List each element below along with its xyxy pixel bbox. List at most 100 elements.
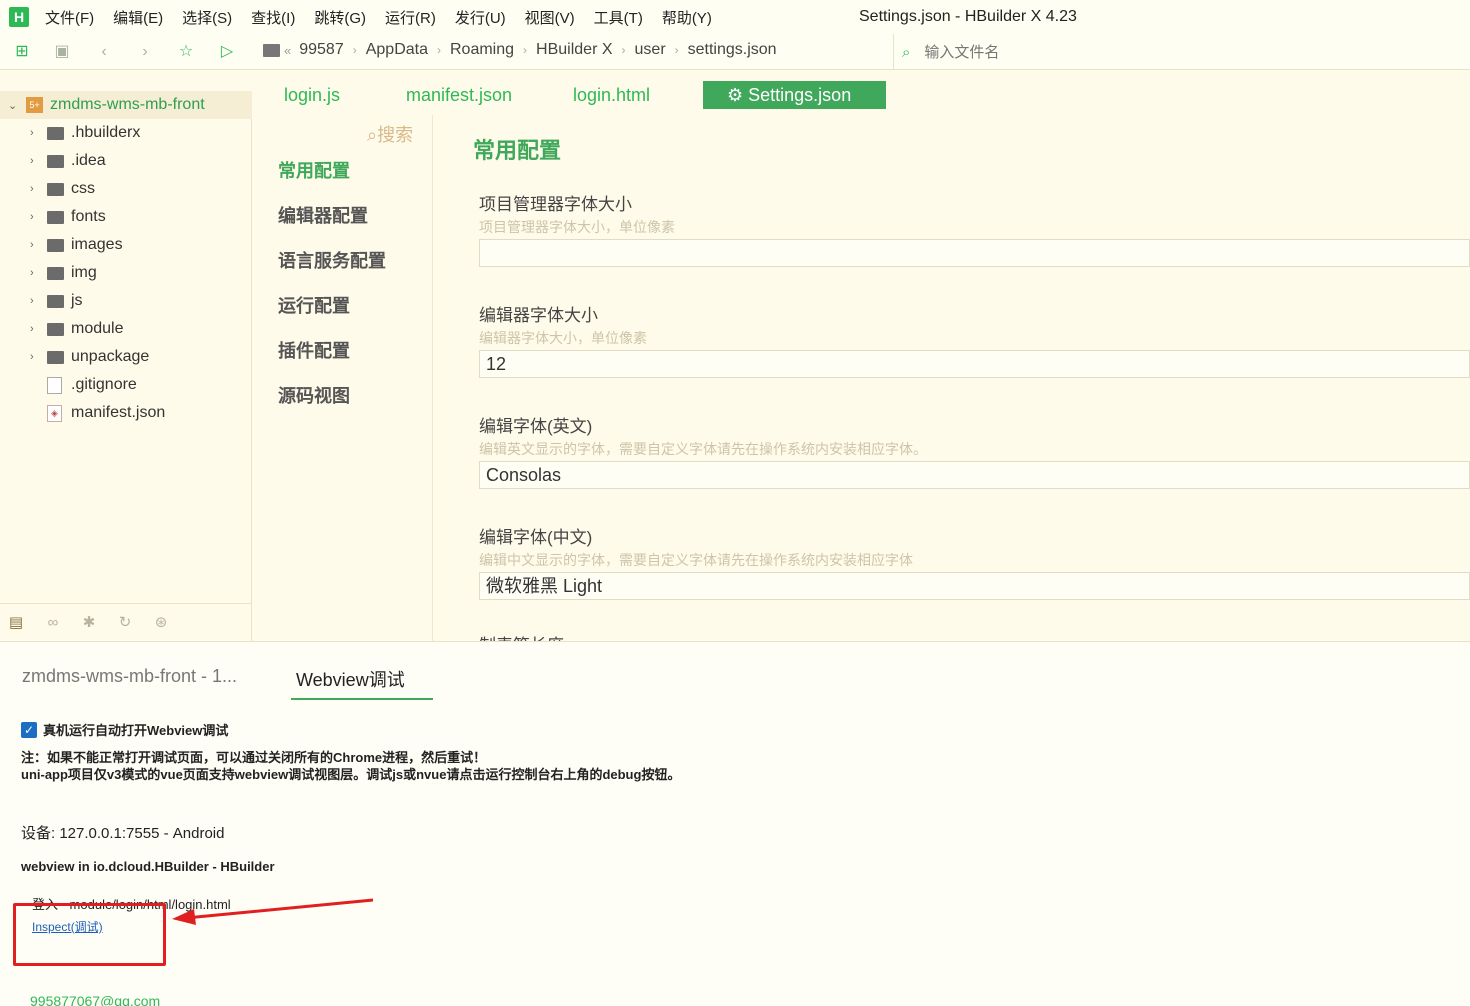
- save-icon[interactable]: ▣: [52, 42, 72, 62]
- settings-content: 常用配置 项目管理器字体大小 项目管理器字体大小，单位像素 编辑器字体大小 编辑…: [433, 115, 1470, 641]
- chevron-right-icon[interactable]: ›: [30, 295, 34, 307]
- folder-icon: [47, 238, 64, 252]
- menu-view[interactable]: 视图(V): [525, 7, 575, 28]
- breadcrumb-item[interactable]: user: [635, 41, 666, 59]
- tree-folder-label: js: [71, 292, 83, 309]
- tree-folder[interactable]: › fonts: [0, 203, 252, 231]
- breadcrumb-separator: ›: [352, 43, 357, 57]
- project-icon[interactable]: ▤: [5, 612, 27, 634]
- chevron-right-icon[interactable]: ›: [30, 127, 34, 139]
- tree-folder[interactable]: › img: [0, 259, 252, 287]
- breadcrumb-item[interactable]: AppData: [366, 41, 428, 59]
- settings-search-label: 搜索: [377, 125, 414, 145]
- settings-search[interactable]: ⌕搜索: [367, 121, 413, 147]
- setting-input[interactable]: 微软雅黑 Light: [479, 572, 1470, 600]
- menu-run[interactable]: 运行(R): [385, 7, 436, 28]
- tree-file[interactable]: .gitignore: [0, 371, 252, 399]
- setting-input[interactable]: [479, 239, 1470, 267]
- chevron-right-icon[interactable]: ›: [30, 267, 34, 279]
- toolbar: ⊞ ▣ ‹ › ☆ ▷ « 99587 › AppData › Roaming …: [0, 34, 1470, 70]
- chevron-right-icon[interactable]: ›: [30, 211, 34, 223]
- tab-login-html[interactable]: login.html: [573, 81, 650, 109]
- menu-tools[interactable]: 工具(T): [594, 7, 643, 28]
- account-email[interactable]: 995877067@qq.com: [30, 996, 160, 1006]
- menu-goto[interactable]: 跳转(G): [314, 7, 366, 28]
- back-icon[interactable]: ‹: [94, 42, 114, 62]
- plugin-icon[interactable]: ⊛: [150, 612, 172, 634]
- folder-icon: [47, 126, 64, 140]
- run-icon[interactable]: ▷: [217, 42, 237, 62]
- menu-edit[interactable]: 编辑(E): [113, 7, 163, 28]
- tree-folder[interactable]: › css: [0, 175, 252, 203]
- file-search-input[interactable]: [924, 43, 1325, 61]
- tab-manifest-json[interactable]: manifest.json: [406, 81, 512, 109]
- chevron-down-icon[interactable]: ⌄: [8, 99, 17, 112]
- tree-file[interactable]: ◈ manifest.json: [0, 399, 252, 427]
- breadcrumb-item[interactable]: settings.json: [688, 41, 777, 59]
- nav-plugin[interactable]: 插件配置: [278, 337, 350, 363]
- tree-folder[interactable]: › js: [0, 287, 252, 315]
- tree-folder-label: unpackage: [71, 348, 150, 365]
- menu-publish[interactable]: 发行(U): [455, 7, 506, 28]
- tree-folder[interactable]: › images: [0, 231, 252, 259]
- gear-icon: ⚙: [727, 85, 749, 105]
- menu-help[interactable]: 帮助(Y): [662, 7, 712, 28]
- breadcrumb-item[interactable]: HBuilder X: [536, 41, 612, 59]
- tree-folder[interactable]: › .idea: [0, 147, 252, 175]
- tree-folder[interactable]: › unpackage: [0, 343, 252, 371]
- nav-common[interactable]: 常用配置: [278, 157, 350, 183]
- breadcrumb-overflow[interactable]: «: [284, 43, 291, 58]
- menu-file[interactable]: 文件(F): [45, 7, 94, 28]
- tab-settings-json[interactable]: ⚙ Settings.json: [703, 81, 886, 109]
- setting-input[interactable]: Consolas: [479, 461, 1470, 489]
- tab-console[interactable]: zmdms-wms-mb-front - 1...: [22, 666, 237, 687]
- tree-file-label: .gitignore: [71, 376, 137, 393]
- section-title: 常用配置: [473, 138, 562, 163]
- settings-nav: ⌕搜索 常用配置 编辑器配置 语言服务配置 运行配置 插件配置 源码视图: [253, 115, 433, 641]
- nav-source-view[interactable]: 源码视图: [278, 382, 350, 408]
- breadcrumb-separator: ›: [621, 43, 626, 57]
- tree-folder-label: fonts: [71, 208, 106, 225]
- window-title: Settings.json - HBuilder X 4.23: [859, 8, 1077, 25]
- refresh-icon[interactable]: ↻: [114, 612, 136, 634]
- tree-root[interactable]: ⌄ 5+ zmdms-wms-mb-front: [0, 91, 252, 119]
- forward-icon[interactable]: ›: [135, 42, 155, 62]
- setting-label: 编辑字体(英文): [479, 417, 593, 436]
- star-icon[interactable]: ☆: [176, 42, 196, 62]
- checkbox-checked-icon[interactable]: ✓: [21, 721, 37, 738]
- tab-settings-label: Settings.json: [748, 85, 852, 105]
- breadcrumb: « 99587 › AppData › Roaming › HBuilder X…: [263, 41, 777, 59]
- chevron-right-icon[interactable]: ›: [30, 183, 34, 195]
- binoculars-icon[interactable]: ∞: [42, 612, 64, 634]
- tab-webview-debug[interactable]: Webview调试: [291, 666, 433, 700]
- breadcrumb-item[interactable]: 99587: [299, 41, 344, 59]
- setting-label: 项目管理器字体大小: [479, 195, 632, 214]
- device-info: 设备: 127.0.0.1:7555 - Android: [21, 825, 225, 842]
- bug-icon[interactable]: ✱: [78, 612, 100, 634]
- chevron-right-icon[interactable]: ›: [30, 351, 34, 363]
- setting-description: 编辑英文显示的字体，需要自定义字体请先在操作系统内安装相应字体。: [479, 441, 927, 457]
- chevron-right-icon[interactable]: ›: [30, 239, 34, 251]
- menu-items: 文件(F) 编辑(E) 选择(S) 查找(I) 跳转(G) 运行(R) 发行(U…: [45, 7, 731, 28]
- chevron-right-icon[interactable]: ›: [30, 323, 34, 335]
- setting-input[interactable]: 12: [479, 350, 1470, 378]
- tree-folder[interactable]: › .hbuilderx: [0, 119, 252, 147]
- tree-folder[interactable]: › module: [0, 315, 252, 343]
- menu-find[interactable]: 查找(I): [251, 7, 295, 28]
- uniapp-project-icon: 5+: [26, 97, 43, 113]
- breadcrumb-item[interactable]: Roaming: [450, 41, 514, 59]
- tree-root-label: zmdms-wms-mb-front: [50, 96, 205, 113]
- auto-open-webview-option[interactable]: ✓ 真机运行自动打开Webview调试: [21, 720, 228, 739]
- hbuilder-logo-icon: H: [9, 7, 29, 27]
- nav-editor[interactable]: 编辑器配置: [278, 202, 368, 228]
- menu-select[interactable]: 选择(S): [182, 7, 232, 28]
- nav-run[interactable]: 运行配置: [278, 292, 350, 318]
- tree-folder-label: .hbuilderx: [71, 124, 141, 141]
- chevron-right-icon[interactable]: ›: [30, 155, 34, 167]
- note-line-2: uni-app项目仅v3模式的vue页面支持webview调试视图层。调试js或…: [21, 767, 681, 782]
- tab-login-js[interactable]: login.js: [284, 81, 340, 109]
- new-file-icon[interactable]: ⊞: [12, 42, 32, 62]
- json-file-icon: ◈: [47, 404, 62, 422]
- nav-language-service[interactable]: 语言服务配置: [278, 247, 386, 273]
- file-search: ⌕: [893, 34, 1470, 70]
